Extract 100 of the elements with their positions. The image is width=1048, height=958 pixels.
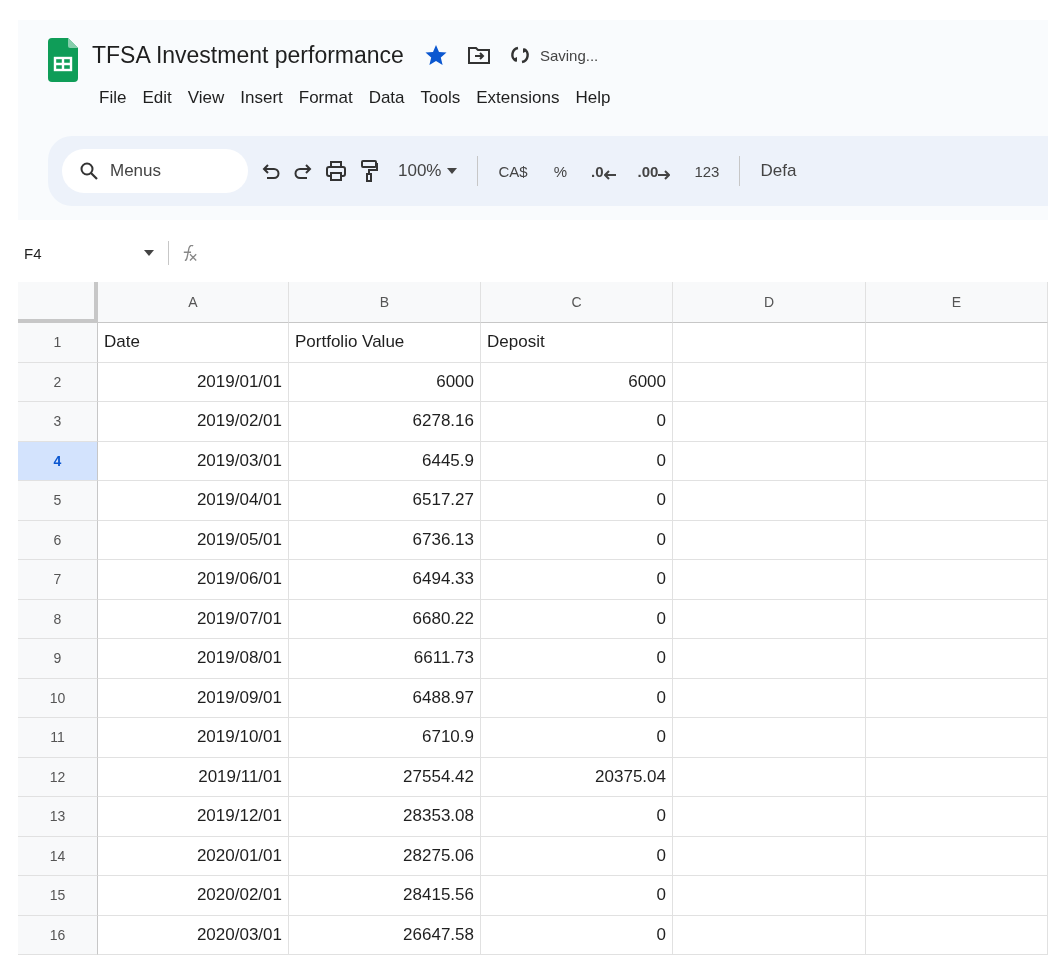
row-header[interactable]: 8 — [18, 599, 98, 639]
name-box[interactable]: F4 — [18, 244, 144, 262]
right-arrow-icon — [658, 169, 671, 180]
table-cell: 2019/07/01 — [98, 599, 289, 639]
undo-icon[interactable] — [262, 163, 280, 179]
column-header[interactable]: A — [98, 282, 289, 323]
menu-item[interactable]: View — [180, 84, 232, 112]
table-cell: 2020/03/01 — [98, 915, 289, 955]
percent-format-button[interactable]: % — [547, 158, 573, 184]
row-header[interactable]: 10 — [18, 678, 98, 718]
column-header[interactable]: C — [481, 282, 673, 323]
paint-format-icon[interactable] — [360, 160, 378, 182]
table-cell: 2020/02/01 — [98, 876, 289, 916]
folder-icon[interactable] — [467, 46, 490, 64]
menu-item[interactable]: Insert — [233, 84, 290, 112]
document-title[interactable]: TFSA Investment performance — [92, 41, 404, 69]
save-status: Saving... — [539, 46, 599, 64]
zoom-dropdown[interactable]: 100% — [392, 157, 464, 185]
table-cell: 0 — [481, 718, 673, 758]
table-cell: 2019/09/01 — [98, 678, 289, 718]
table-cell: 6611.73 — [289, 639, 481, 679]
table-cell: 0 — [481, 599, 673, 639]
table-cell: 20375.04 — [481, 757, 673, 797]
increase-decimal-button[interactable]: .00 — [633, 162, 675, 180]
column-header[interactable]: D — [673, 282, 866, 323]
row-header[interactable]: 3 — [18, 402, 98, 442]
table-cell: 0 — [481, 560, 673, 600]
table-cell: 0 — [481, 836, 673, 876]
row-header[interactable]: 4 — [18, 441, 98, 481]
row-header[interactable]: 6 — [18, 520, 98, 560]
menu-item[interactable]: Edit — [135, 84, 179, 112]
table-cell: 0 — [481, 441, 673, 481]
table-cell: 2020/01/01 — [98, 836, 289, 876]
menu-item[interactable]: File — [92, 84, 134, 112]
table-cell: 2019/08/01 — [98, 639, 289, 679]
number-format-button[interactable]: 123 — [688, 158, 726, 184]
table-cell: Date — [98, 323, 289, 363]
table-cell: 2019/04/01 — [98, 481, 289, 521]
menu-item[interactable]: Extensions — [469, 84, 567, 112]
table-cell: 28275.06 — [289, 836, 481, 876]
search-field[interactable]: Menus — [62, 149, 248, 193]
row-header[interactable]: 12 — [18, 757, 98, 797]
menu-item[interactable]: Tools — [413, 84, 468, 112]
table-cell: 6278.16 — [289, 402, 481, 442]
row-header[interactable]: 9 — [18, 639, 98, 679]
table-cell: 0 — [481, 402, 673, 442]
decrease-decimal-button[interactable]: .0 — [587, 162, 620, 180]
table-cell: Portfolio Value — [289, 323, 481, 363]
table-cell: 2019/03/01 — [98, 441, 289, 481]
table-cell: 0 — [481, 639, 673, 679]
table-cell: 2019/12/01 — [98, 797, 289, 837]
table-cell: 2019/05/01 — [98, 520, 289, 560]
sheets-logo-icon — [48, 38, 78, 82]
row-header[interactable]: 16 — [18, 915, 98, 955]
currency-format-button[interactable]: CA$ — [492, 158, 534, 184]
table-cell: 0 — [481, 678, 673, 718]
table-cell: 0 — [481, 520, 673, 560]
function-icon — [183, 245, 197, 261]
left-arrow-icon — [603, 169, 616, 180]
search-icon — [80, 162, 98, 180]
column-header[interactable]: E — [866, 282, 1048, 323]
row-header[interactable]: 14 — [18, 836, 98, 876]
row-header[interactable]: 5 — [18, 481, 98, 521]
print-icon[interactable] — [326, 161, 346, 181]
table-cell: 28353.08 — [289, 797, 481, 837]
row-header[interactable]: 7 — [18, 560, 98, 600]
row-header[interactable]: 15 — [18, 876, 98, 916]
column-header[interactable]: B — [289, 282, 481, 323]
menu-item[interactable]: Data — [361, 84, 412, 112]
table-cell: Deposit — [481, 323, 673, 363]
table-cell: 6517.27 — [289, 481, 481, 521]
table-cell: 27554.42 — [289, 757, 481, 797]
table-cell: 6494.33 — [289, 560, 481, 600]
table-cell: 6488.97 — [289, 678, 481, 718]
row-header[interactable]: 1 — [18, 323, 98, 363]
table-cell: 0 — [481, 876, 673, 916]
caret-icon[interactable] — [144, 250, 154, 256]
table-cell: 26647.58 — [289, 915, 481, 955]
redo-icon[interactable] — [294, 163, 312, 179]
table-cell: 6445.9 — [289, 441, 481, 481]
table-cell: 2019/02/01 — [98, 402, 289, 442]
table-cell: 2019/11/01 — [98, 757, 289, 797]
row-header[interactable]: 2 — [18, 362, 98, 402]
table-cell: 2019/10/01 — [98, 718, 289, 758]
table-cell: 6000 — [289, 362, 481, 402]
caret-icon — [447, 168, 458, 174]
font-dropdown[interactable]: Defa — [754, 157, 803, 185]
table-cell: 6736.13 — [289, 520, 481, 560]
row-header[interactable]: 13 — [18, 797, 98, 837]
table-cell: 6000 — [481, 362, 673, 402]
table-cell: 28415.56 — [289, 876, 481, 916]
table-cell: 6680.22 — [289, 599, 481, 639]
menu-item[interactable]: Help — [568, 84, 618, 112]
table-cell: 0 — [481, 481, 673, 521]
row-header[interactable]: 11 — [18, 718, 98, 758]
menu-item[interactable]: Format — [291, 84, 360, 112]
table-cell: 2019/01/01 — [98, 362, 289, 402]
table-cell: 6710.9 — [289, 718, 481, 758]
table-cell: 2019/06/01 — [98, 560, 289, 600]
sync-icon — [509, 45, 530, 65]
